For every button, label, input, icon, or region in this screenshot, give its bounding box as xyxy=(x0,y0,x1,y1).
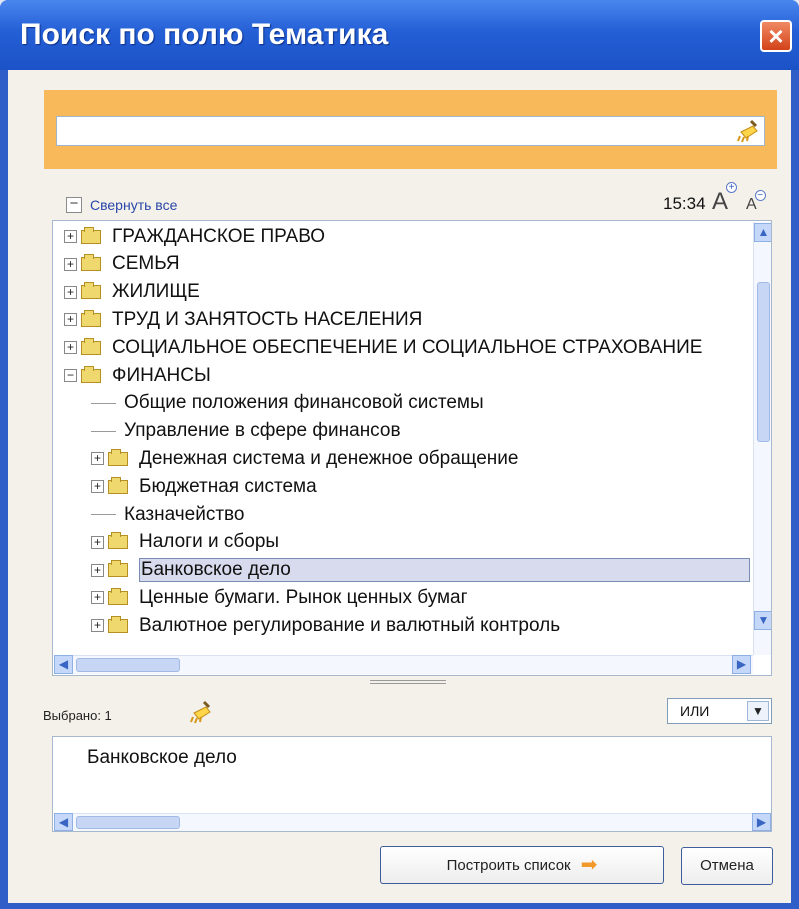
tree-item-label: Управление в сфере финансов xyxy=(124,420,401,442)
cancel-button[interactable]: Отмена xyxy=(681,847,773,885)
tree-branch-line xyxy=(91,402,116,404)
dialog-client-area: − Свернуть все 15:34 A + A − + ГРАЖДАНСКОЕ … xyxy=(8,70,791,903)
plus-icon[interactable]: + xyxy=(91,480,104,494)
minus-icon[interactable]: − xyxy=(64,369,77,382)
plus-icon[interactable]: + xyxy=(64,230,77,243)
tree-item-label: ЖИЛИЩЕ xyxy=(112,281,200,303)
logic-operator-value: ИЛИ xyxy=(680,703,710,719)
tree-row[interactable]: − ФИНАНСЫ xyxy=(64,362,211,389)
tree-row[interactable]: + Ценные бумаги. Рынок ценных бумаг xyxy=(91,584,468,611)
tree-item-label: Банковское дело xyxy=(139,558,750,583)
folder-icon xyxy=(81,309,101,327)
tree-row[interactable]: + СОЦИАЛЬНОЕ ОБЕСПЕЧЕНИЕ И СОЦИАЛЬНОЕ СТР… xyxy=(64,334,702,361)
tree-item-label: СОЦИАЛЬНОЕ ОБЕСПЕЧЕНИЕ И СОЦИАЛЬНОЕ СТРА… xyxy=(112,336,703,358)
tree-item-label: Бюджетная система xyxy=(139,475,317,497)
plus-icon[interactable]: + xyxy=(91,452,104,466)
tree-item-label: Денежная система и денежное обращение xyxy=(139,447,519,469)
window-title: Поиск по полю Тематика xyxy=(20,18,389,51)
plus-icon[interactable]: + xyxy=(91,619,104,633)
tree-row[interactable]: + Банковское дело xyxy=(91,557,750,584)
tree-row[interactable]: Управление в сфере финансов xyxy=(91,418,401,445)
plus-icon[interactable]: + xyxy=(64,257,77,271)
folder-icon xyxy=(108,615,128,633)
font-decrease-sup-icon: − xyxy=(754,190,766,201)
font-increase-sup-icon: + xyxy=(726,182,738,193)
folder-icon xyxy=(81,365,101,383)
selected-count: Выбрано: 1 xyxy=(43,708,112,723)
selected-horizontal-scrollbar[interactable]: ◀ ▶ xyxy=(54,813,771,831)
tree-item-label: Ценные бумаги. Рынок ценных бумаг xyxy=(139,586,468,608)
font-decrease-icon[interactable]: A − xyxy=(746,190,766,214)
tree-row[interactable]: + Валютное регулирование и валютный контр… xyxy=(91,612,560,639)
scroll-left-icon[interactable]: ◀ xyxy=(54,655,73,674)
folder-icon xyxy=(81,282,101,300)
search-panel xyxy=(44,90,777,169)
selected-items-list[interactable]: Банковское дело ◀ ▶ xyxy=(52,736,772,832)
tree-branch-line xyxy=(91,430,116,432)
tree-row[interactable]: + Налоги и сборы xyxy=(91,529,279,556)
folder-icon xyxy=(81,226,101,244)
arrow-right-icon: ➡ xyxy=(580,854,598,876)
folder-icon xyxy=(81,337,101,355)
tree-row[interactable]: + ТРУД И ЗАНЯТОСТЬ НАСЕЛЕНИЯ xyxy=(64,306,422,333)
folder-icon xyxy=(108,587,128,605)
collapse-all-control[interactable]: − Свернуть все xyxy=(66,193,177,217)
vertical-scroll-thumb[interactable] xyxy=(757,282,770,442)
tree-row[interactable]: Казначейство xyxy=(91,501,245,528)
selected-item: Банковское дело xyxy=(87,747,237,768)
time-display: 15:34 xyxy=(663,194,706,213)
thematic-tree[interactable]: + ГРАЖДАНСКОЕ ПРАВО + СЕМЬЯ + ЖИЛИЩЕ + ТРУД И З… xyxy=(52,220,772,676)
folder-icon xyxy=(81,254,101,272)
search-input[interactable] xyxy=(56,116,765,146)
tree-vertical-scrollbar[interactable]: ▲ ▼ xyxy=(753,222,771,655)
tree-item-label: Налоги и сборы xyxy=(139,531,280,553)
plus-icon[interactable]: + xyxy=(64,285,77,299)
folder-icon xyxy=(108,532,128,550)
build-list-label: Построить список xyxy=(446,857,571,874)
tree-row[interactable]: + СЕМЬЯ xyxy=(64,251,180,278)
scroll-right-icon[interactable]: ▶ xyxy=(752,813,771,831)
tree-item-label: ФИНАНСЫ xyxy=(112,364,211,386)
scroll-left-icon[interactable]: ◀ xyxy=(54,813,73,831)
font-increase-icon[interactable]: A + xyxy=(712,182,738,216)
tree-item-label: Валютное регулирование и валютный контро… xyxy=(139,614,561,636)
build-list-button[interactable]: Построить список ➡ xyxy=(380,846,664,884)
close-button[interactable]: × xyxy=(760,20,792,52)
tree-item-label: Казначейство xyxy=(124,503,245,525)
scroll-up-icon[interactable]: ▲ xyxy=(754,223,771,242)
plus-icon[interactable]: + xyxy=(64,341,77,355)
tree-horizontal-scrollbar[interactable]: ◀ ▶ xyxy=(54,655,753,674)
plus-icon[interactable]: + xyxy=(91,591,104,605)
clear-selection-broom-icon[interactable] xyxy=(187,700,213,724)
tree-item-label: ГРАЖДАНСКОЕ ПРАВО xyxy=(112,225,326,247)
plus-icon[interactable]: + xyxy=(91,535,104,549)
plus-icon[interactable]: + xyxy=(91,563,104,577)
tree-row[interactable]: Общие положения финансовой системы xyxy=(91,390,484,417)
tree-item-label: ТРУД И ЗАНЯТОСТЬ НАСЕЛЕНИЯ xyxy=(112,308,423,330)
tree-branch-line xyxy=(91,514,116,515)
selected-scroll-thumb[interactable] xyxy=(76,816,180,829)
collapse-minus-icon: − xyxy=(66,196,82,213)
search-dialog-window: Поиск по полю Тематика × − Свернуть все … xyxy=(0,0,799,909)
collapse-all-link[interactable]: Свернуть все xyxy=(90,197,177,213)
broom-icon[interactable] xyxy=(734,119,760,143)
plus-icon[interactable]: + xyxy=(64,313,77,327)
tree-row[interactable]: + ГРАЖДАНСКОЕ ПРАВО xyxy=(64,223,325,250)
tree-row[interactable]: + ЖИЛИЩЕ xyxy=(64,279,200,306)
folder-icon xyxy=(108,560,128,578)
chevron-down-icon[interactable]: ▼ xyxy=(747,701,769,721)
splitter-handle[interactable] xyxy=(370,680,446,684)
scroll-right-icon[interactable]: ▶ xyxy=(732,655,751,674)
logic-operator-select[interactable]: ИЛИ ▼ xyxy=(667,698,772,724)
horizontal-scroll-thumb[interactable] xyxy=(76,658,180,672)
title-bar: Поиск по полю Тематика × xyxy=(0,0,799,70)
scroll-down-icon[interactable]: ▼ xyxy=(754,611,771,630)
tree-item-label: Общие положения финансовой системы xyxy=(124,392,484,414)
folder-icon xyxy=(108,448,128,466)
folder-icon xyxy=(108,476,128,494)
tree-row[interactable]: + Бюджетная система xyxy=(91,473,317,500)
tree-item-label: СЕМЬЯ xyxy=(112,253,180,275)
tree-row[interactable]: + Денежная система и денежное обращение xyxy=(91,445,518,472)
